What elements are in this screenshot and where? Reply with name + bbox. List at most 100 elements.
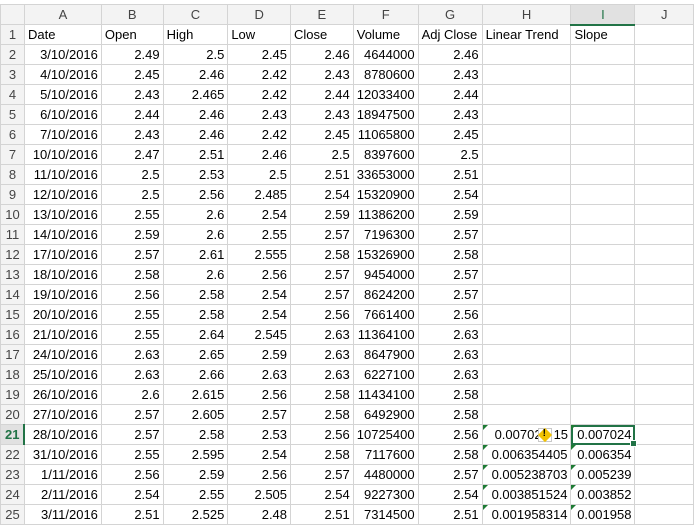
cell-d13[interactable]: 2.56: [227, 264, 292, 285]
cell-h13[interactable]: [481, 264, 572, 285]
cell-c21[interactable]: 2.58: [162, 424, 229, 445]
cell-e23[interactable]: 2.57: [290, 464, 354, 485]
cell-j3[interactable]: [634, 64, 694, 85]
cell-i5[interactable]: [570, 104, 636, 125]
cell-f16[interactable]: 11364100: [352, 324, 419, 345]
cell-j7[interactable]: [634, 144, 694, 165]
cell-a23[interactable]: 1/11/2016: [23, 464, 102, 485]
cell-i16[interactable]: [570, 324, 636, 345]
row-header-21[interactable]: 21: [0, 424, 26, 445]
cell-b25[interactable]: 2.51: [100, 504, 164, 525]
cell-g23[interactable]: 2.57: [417, 464, 483, 485]
cell-e20[interactable]: 2.58: [290, 404, 354, 425]
cell-h14[interactable]: [481, 284, 572, 305]
cell-b22[interactable]: 2.55: [100, 444, 164, 465]
cell-i23[interactable]: 0.005239: [570, 464, 636, 485]
row-header-12[interactable]: 12: [0, 244, 25, 265]
cell-a17[interactable]: 24/10/2016: [23, 344, 102, 365]
cell-c5[interactable]: 2.46: [162, 104, 229, 125]
row-header-8[interactable]: 8: [0, 164, 25, 185]
cell-b3[interactable]: 2.45: [100, 64, 164, 85]
cell-f4[interactable]: 12033400: [352, 84, 419, 105]
column-header-g[interactable]: G: [417, 4, 483, 25]
cell-i25[interactable]: 0.001958: [570, 504, 636, 525]
cell-e22[interactable]: 2.58: [290, 444, 354, 465]
cell-h4[interactable]: [481, 84, 572, 105]
cell-d9[interactable]: 2.485: [227, 184, 292, 205]
row-header-9[interactable]: 9: [0, 184, 25, 205]
cell-i14[interactable]: [570, 284, 636, 305]
cell-j9[interactable]: [634, 184, 694, 205]
cell-d18[interactable]: 2.63: [227, 364, 292, 385]
cell-a4[interactable]: 5/10/2016: [23, 84, 102, 105]
column-header-a[interactable]: A: [23, 4, 102, 25]
cell-j20[interactable]: [634, 404, 694, 425]
cell-e14[interactable]: 2.57: [290, 284, 354, 305]
cell-c9[interactable]: 2.56: [162, 184, 229, 205]
cell-e1[interactable]: Close: [290, 24, 354, 45]
cell-g14[interactable]: 2.57: [417, 284, 483, 305]
cell-g16[interactable]: 2.63: [417, 324, 483, 345]
cell-j4[interactable]: [634, 84, 694, 105]
row-header-6[interactable]: 6: [0, 124, 25, 145]
cell-h5[interactable]: [481, 104, 572, 125]
cell-e4[interactable]: 2.44: [290, 84, 354, 105]
cell-c13[interactable]: 2.6: [162, 264, 229, 285]
cell-d10[interactable]: 2.54: [227, 204, 292, 225]
cell-h7[interactable]: [481, 144, 572, 165]
cell-g1[interactable]: Adj Close: [417, 24, 483, 45]
cell-c23[interactable]: 2.59: [162, 464, 229, 485]
cell-g2[interactable]: 2.46: [417, 44, 483, 65]
cell-f15[interactable]: 7661400: [352, 304, 419, 325]
cell-g12[interactable]: 2.58: [417, 244, 483, 265]
cell-i7[interactable]: [570, 144, 636, 165]
cell-g6[interactable]: 2.45: [417, 124, 483, 145]
cell-f19[interactable]: 11434100: [352, 384, 419, 405]
cell-b20[interactable]: 2.57: [100, 404, 164, 425]
cell-a24[interactable]: 2/11/2016: [23, 484, 102, 505]
select-all-corner[interactable]: [0, 4, 25, 25]
cell-h17[interactable]: [481, 344, 572, 365]
cell-h1[interactable]: Linear Trend: [481, 24, 572, 45]
row-header-15[interactable]: 15: [0, 304, 25, 325]
cell-f3[interactable]: 8780600: [352, 64, 419, 85]
cell-i9[interactable]: [570, 184, 636, 205]
row-header-24[interactable]: 24: [0, 484, 25, 505]
cell-c15[interactable]: 2.58: [162, 304, 229, 325]
cell-f20[interactable]: 6492900: [352, 404, 419, 425]
cell-c25[interactable]: 2.525: [162, 504, 229, 525]
cell-d12[interactable]: 2.555: [227, 244, 292, 265]
cell-f7[interactable]: 8397600: [352, 144, 419, 165]
cell-h15[interactable]: [481, 304, 572, 325]
cell-f18[interactable]: 6227100: [352, 364, 419, 385]
cell-b4[interactable]: 2.43: [100, 84, 164, 105]
cell-b21[interactable]: 2.57: [100, 424, 164, 445]
cell-g24[interactable]: 2.54: [417, 484, 483, 505]
cell-a8[interactable]: 11/10/2016: [23, 164, 102, 185]
cell-i15[interactable]: [570, 304, 636, 325]
cell-h9[interactable]: [481, 184, 572, 205]
cell-b24[interactable]: 2.54: [100, 484, 164, 505]
column-header-d[interactable]: D: [227, 4, 292, 25]
cell-i11[interactable]: [570, 224, 636, 245]
cell-e8[interactable]: 2.51: [290, 164, 354, 185]
row-header-4[interactable]: 4: [0, 84, 25, 105]
cell-d6[interactable]: 2.42: [227, 124, 292, 145]
cell-a15[interactable]: 20/10/2016: [23, 304, 102, 325]
cell-a10[interactable]: 13/10/2016: [23, 204, 102, 225]
cell-b7[interactable]: 2.47: [100, 144, 164, 165]
cell-c12[interactable]: 2.61: [162, 244, 229, 265]
cell-j18[interactable]: [634, 364, 694, 385]
cell-g8[interactable]: 2.51: [417, 164, 483, 185]
cell-f5[interactable]: 18947500: [352, 104, 419, 125]
cell-g19[interactable]: 2.58: [417, 384, 483, 405]
cell-e9[interactable]: 2.54: [290, 184, 354, 205]
cell-j10[interactable]: [634, 204, 694, 225]
cell-j5[interactable]: [634, 104, 694, 125]
cell-h24[interactable]: 0.003851524: [481, 484, 572, 505]
cell-a12[interactable]: 17/10/2016: [23, 244, 102, 265]
cell-i3[interactable]: [570, 64, 636, 85]
cell-g18[interactable]: 2.63: [417, 364, 483, 385]
column-header-e[interactable]: E: [290, 4, 354, 25]
cell-a2[interactable]: 3/10/2016: [23, 44, 102, 65]
